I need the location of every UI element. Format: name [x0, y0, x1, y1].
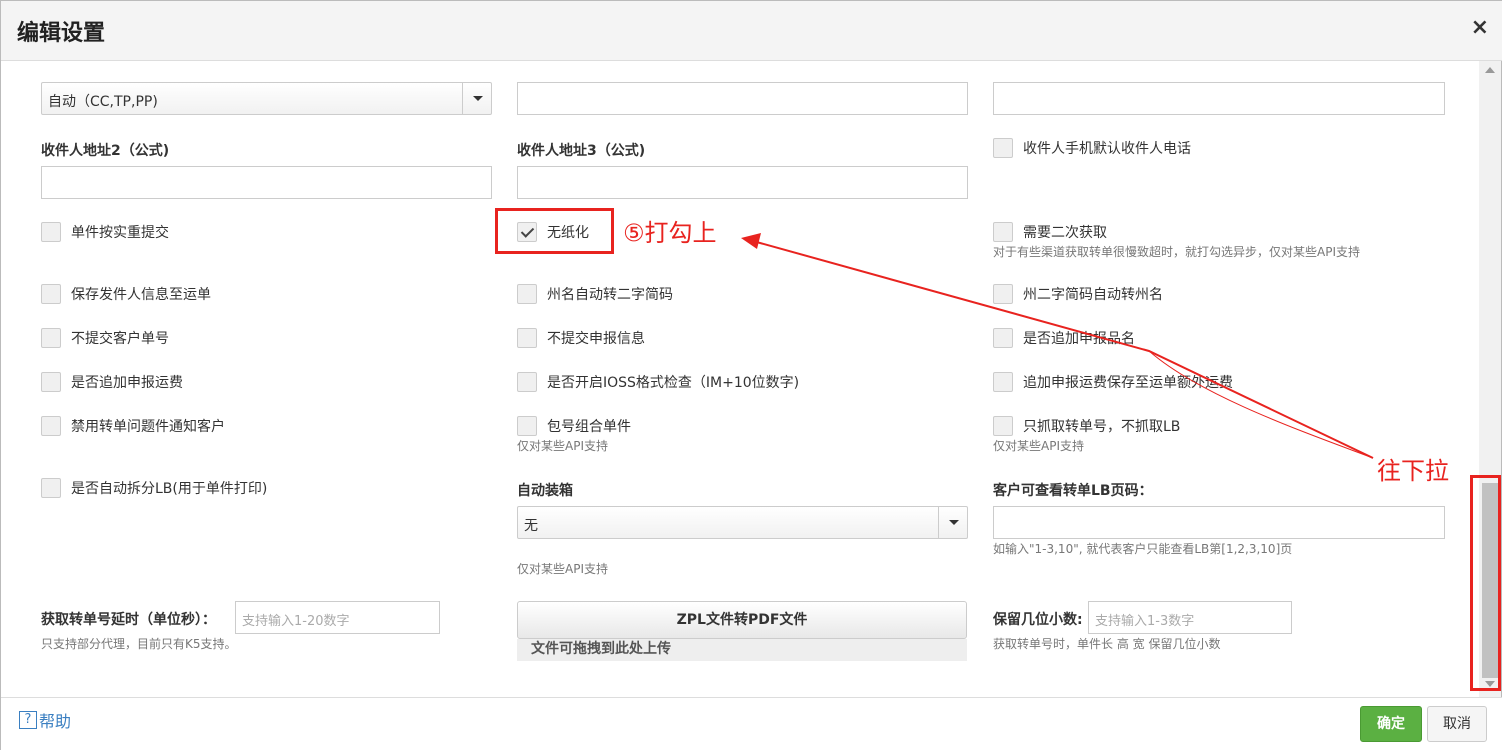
auto-split-lb-row[interactable]: 是否自动拆分LB(用于单件打印)	[41, 478, 267, 498]
code-to-state-checkbox[interactable]	[993, 284, 1013, 304]
address2-label: 收件人地址2（公式)	[41, 143, 170, 159]
no-declare-checkbox[interactable]	[517, 328, 537, 348]
auto-split-lb-checkbox[interactable]	[41, 478, 61, 498]
no-customer-no-checkbox[interactable]	[41, 328, 61, 348]
row1-input-right[interactable]	[993, 82, 1445, 115]
ioss-check-row[interactable]: 是否开启IOSS格式检查（IM+10位数字)	[517, 372, 799, 392]
weight-submit-checkbox[interactable]	[41, 222, 61, 242]
code-to-state-label: 州二字简码自动转州名	[1023, 287, 1163, 303]
second-fetch-note: 对于有些渠道获取转单很慢致超时，就打勾选异步，仅对某些API支持	[993, 245, 1360, 259]
append-freight-extra-row[interactable]: 追加申报运费保存至运单额外运费	[993, 372, 1233, 392]
zpl-to-pdf-button[interactable]: ZPL文件转PDF文件	[517, 601, 967, 639]
code-to-state-row[interactable]: 州二字简码自动转州名	[993, 284, 1163, 304]
lb-pages-input[interactable]	[993, 506, 1445, 539]
save-sender-label: 保存发件人信息至运单	[71, 287, 211, 303]
chevron-down-icon	[462, 83, 491, 114]
help-label: 帮助	[39, 712, 72, 731]
scroll-up-icon[interactable]	[1485, 67, 1495, 73]
annotation-box-scrollbar	[1470, 475, 1501, 691]
no-declare-row[interactable]: 不提交申报信息	[517, 328, 645, 348]
edit-settings-dialog: 编辑设置 × 自动（CC,TP,PP) 收件人地址2（公式) 收件人地址3（公式…	[0, 0, 1502, 751]
decimals-label: 保留几位小数:	[993, 612, 1083, 628]
pack-combine-label: 包号组合单件	[547, 419, 631, 435]
help-link[interactable]: ? 帮助	[19, 708, 71, 732]
confirm-button[interactable]: 确定	[1360, 706, 1422, 742]
phone-default-label: 收件人手机默认收件人电话	[1023, 141, 1191, 157]
dialog-body: 自动（CC,TP,PP) 收件人地址2（公式) 收件人地址3（公式) 收件人手机…	[1, 61, 1481, 697]
help-icon: ?	[19, 711, 37, 729]
address2-input[interactable]	[41, 166, 492, 199]
only-tracking-label: 只抓取转单号，不抓取LB	[1023, 419, 1181, 435]
delay-note: 只支持部分代理，目前只有K5支持。	[41, 637, 237, 651]
only-tracking-note: 仅对某些API支持	[993, 439, 1084, 453]
address3-input[interactable]	[517, 166, 968, 199]
auto-mode-select[interactable]: 自动（CC,TP,PP)	[41, 82, 492, 115]
lb-pages-note: 如输入"1-3,10", 就代表客户只能查看LB第[1,2,3,10]页	[993, 542, 1293, 556]
ioss-check-label: 是否开启IOSS格式检查（IM+10位数字)	[547, 375, 800, 391]
second-fetch-row[interactable]: 需要二次获取	[993, 222, 1107, 242]
dialog-title: 编辑设置	[17, 21, 106, 46]
append-product-name-label: 是否追加申报品名	[1023, 331, 1135, 347]
cancel-button[interactable]: 取消	[1427, 706, 1487, 742]
auto-mode-select-value: 自动（CC,TP,PP)	[48, 94, 158, 110]
no-customer-no-label: 不提交客户单号	[71, 331, 169, 347]
second-fetch-checkbox[interactable]	[993, 222, 1013, 242]
auto-box-label: 自动装箱	[517, 483, 573, 499]
pack-combine-note: 仅对某些API支持	[517, 439, 608, 453]
append-freight-row[interactable]: 是否追加申报运费	[41, 372, 183, 392]
state-to-code-label: 州名自动转二字简码	[547, 287, 673, 303]
decimals-input[interactable]: 支持输入1-3数字	[1088, 601, 1292, 634]
pack-combine-row[interactable]: 包号组合单件	[517, 416, 631, 436]
auto-box-select-value: 无	[524, 518, 538, 534]
decimals-input-placeholder: 支持输入1-3数字	[1095, 614, 1195, 629]
chevron-down-icon	[938, 507, 967, 538]
pack-combine-checkbox[interactable]	[517, 416, 537, 436]
annotation-box-paperless	[495, 208, 614, 254]
only-tracking-checkbox[interactable]	[993, 416, 1013, 436]
weight-submit-row[interactable]: 单件按实重提交	[41, 222, 169, 242]
append-freight-extra-label: 追加申报运费保存至运单额外运费	[1023, 375, 1233, 391]
save-sender-row[interactable]: 保存发件人信息至运单	[41, 284, 211, 304]
row1-input-middle[interactable]	[517, 82, 968, 115]
no-customer-no-row[interactable]: 不提交客户单号	[41, 328, 169, 348]
disable-notify-checkbox[interactable]	[41, 416, 61, 436]
auto-box-note: 仅对某些API支持	[517, 562, 608, 576]
close-icon[interactable]: ×	[1471, 15, 1489, 40]
dialog-header: 编辑设置 ×	[1, 1, 1502, 61]
append-product-name-checkbox[interactable]	[993, 328, 1013, 348]
state-to-code-row[interactable]: 州名自动转二字简码	[517, 284, 673, 304]
disable-notify-label: 禁用转单问题件通知客户	[71, 419, 225, 435]
save-sender-checkbox[interactable]	[41, 284, 61, 304]
phone-default-checkbox[interactable]	[993, 138, 1013, 158]
lb-pages-label: 客户可查看转单LB页码：	[993, 483, 1153, 499]
auto-box-select[interactable]: 无	[517, 506, 968, 539]
no-declare-label: 不提交申报信息	[547, 331, 645, 347]
phone-default-checkbox-row[interactable]: 收件人手机默认收件人电话	[993, 138, 1191, 158]
second-fetch-label: 需要二次获取	[1023, 225, 1107, 241]
append-product-name-row[interactable]: 是否追加申报品名	[993, 328, 1135, 348]
address3-label: 收件人地址3（公式)	[517, 143, 646, 159]
annotation-scroll-down: 往下拉	[1377, 457, 1449, 485]
append-freight-extra-checkbox[interactable]	[993, 372, 1013, 392]
only-tracking-row[interactable]: 只抓取转单号，不抓取LB	[993, 416, 1180, 436]
weight-submit-label: 单件按实重提交	[71, 225, 169, 241]
append-freight-label: 是否追加申报运费	[71, 375, 183, 391]
zpl-drop-zone[interactable]: 文件可拖拽到此处上传	[517, 639, 967, 661]
auto-split-lb-label: 是否自动拆分LB(用于单件打印)	[71, 481, 268, 497]
delay-input[interactable]: 支持输入1-20数字	[235, 601, 440, 634]
decimals-note: 获取转单号时，单件长 高 宽 保留几位小数	[993, 637, 1221, 651]
state-to-code-checkbox[interactable]	[517, 284, 537, 304]
ioss-check-checkbox[interactable]	[517, 372, 537, 392]
dialog-footer: ? 帮助 确定 取消	[1, 697, 1502, 751]
append-freight-checkbox[interactable]	[41, 372, 61, 392]
delay-label: 获取转单号延时（单位秒）：	[41, 612, 216, 628]
annotation-step5: ⑤打勾上	[623, 219, 717, 247]
disable-notify-row[interactable]: 禁用转单问题件通知客户	[41, 416, 225, 436]
cut-off-label	[41, 61, 241, 69]
delay-input-placeholder: 支持输入1-20数字	[242, 614, 350, 629]
